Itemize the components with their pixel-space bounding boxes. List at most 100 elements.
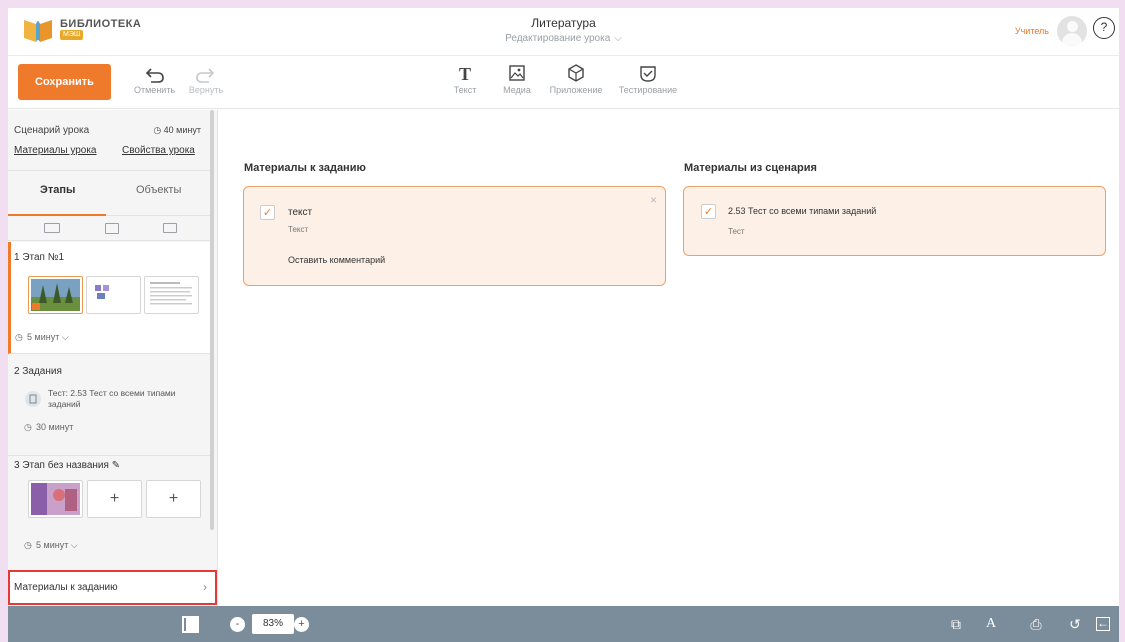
sidebar-tabs: Этапы Объекты [8, 170, 210, 216]
pencil-icon[interactable]: ✎ [112, 460, 120, 471]
forest-image-icon [31, 279, 80, 311]
scenario-materials-heading: Материалы из сценария [684, 162, 817, 174]
text-label: Текст [453, 85, 477, 95]
help-button[interactable]: ? [1093, 17, 1115, 39]
chevron-down-icon: ⌵ [614, 33, 622, 44]
add-media-button[interactable]: Медиа [502, 63, 532, 95]
scenario-material-title: 2.53 Тест со всеми типами заданий [728, 206, 877, 216]
scenario-material-checkbox[interactable]: ✓ [701, 204, 716, 219]
stage-1-thumb-image[interactable] [28, 276, 83, 314]
exit-icon[interactable]: ← [1096, 617, 1110, 631]
status-bar: - 83% + ⧉ A ⎙ ↺ ← [8, 606, 1119, 642]
zoom-out-button[interactable]: - [230, 617, 245, 632]
material-type: Текст [288, 225, 309, 234]
tablet-view-icon[interactable] [105, 223, 119, 234]
svg-text:T: T [459, 64, 471, 84]
check-circle-icon [640, 66, 656, 82]
stage-2-task[interactable]: Тест: 2.53 Тест со всеми типами заданий [48, 388, 178, 410]
zoom-in-button[interactable]: + [294, 617, 309, 632]
clock-icon: ◷ [15, 332, 23, 342]
lesson-properties-link[interactable]: Свойства урока [122, 145, 195, 156]
art-image-icon [31, 483, 80, 515]
stage-3-duration[interactable]: 5 минут ⌵ [36, 540, 78, 551]
test-task-icon [25, 391, 41, 407]
stage-3-add-slot-2[interactable]: + [146, 480, 201, 518]
image-icon [509, 65, 525, 81]
redo-label: Вернуть [188, 85, 224, 95]
sidebar-scrollbar[interactable] [210, 110, 214, 530]
stage-2-title: 2 Задания [14, 366, 62, 377]
clock-icon: ◷ [153, 125, 164, 135]
stage-3-title: 3 Этап без названия ✎ [14, 460, 120, 471]
user-role[interactable]: Учитель [1015, 26, 1049, 36]
add-app-button[interactable]: Приложение [546, 63, 606, 95]
tab-objects[interactable]: Объекты [136, 184, 181, 196]
scenario-material-card[interactable]: ✓ 2.53 Тест со всеми типами заданий Тест [683, 186, 1106, 256]
stage-item-1[interactable]: 1 Этап №1 ◷ 5 минут ⌵ [8, 242, 210, 354]
diagram-thumbnail-icon [95, 285, 109, 299]
stage-item-3[interactable]: 3 Этап без названия ✎ + + ◷ 5 минут ⌵ [8, 456, 210, 562]
print-icon[interactable]: ⎙ [1026, 614, 1046, 634]
cube-icon [568, 64, 584, 82]
scenario-label: Сценарий урока [14, 125, 90, 136]
stage-1-title: 1 Этап №1 [14, 252, 64, 263]
window-frame-left [0, 0, 8, 642]
clock-icon: ◷ [24, 540, 32, 550]
stage-2-name: Задания [22, 366, 62, 377]
lesson-subject-title: Литература [531, 16, 596, 30]
copy-icon[interactable]: ⧉ [946, 614, 966, 634]
desktop-view-icon[interactable] [44, 223, 60, 233]
tab-stages[interactable]: Этапы [40, 184, 75, 196]
task-materials-panel-toggle[interactable]: Материалы к заданию › [8, 570, 217, 605]
undo-icon [145, 68, 164, 83]
stage-2-duration: 30 минут [36, 422, 74, 432]
lesson-materials-link[interactable]: Материалы урока [14, 145, 97, 156]
stage-item-2[interactable]: 2 Задания Тест: 2.53 Тест со всеми типам… [8, 354, 210, 456]
chevron-right-icon: › [203, 580, 207, 594]
font-size-icon[interactable]: A [981, 614, 1001, 634]
stage-1-thumb-diagram[interactable] [86, 276, 141, 314]
stage-3-number: 3 [14, 460, 20, 471]
stage-3-add-slot-1[interactable]: + [87, 480, 142, 518]
task-materials-label: Материалы к заданию [14, 582, 118, 593]
panel-toggle-icon[interactable] [182, 616, 199, 633]
lesson-mode-label: Редактирование урока [505, 33, 611, 44]
history-icon[interactable]: ↺ [1065, 614, 1085, 634]
avatar[interactable] [1057, 16, 1087, 46]
zoom-level: 83% [252, 614, 294, 634]
redo-button[interactable]: Вернуть [186, 63, 226, 95]
plus-icon: + [109, 490, 120, 507]
material-checkbox[interactable]: ✓ [260, 205, 275, 220]
stage-1-number: 1 [14, 252, 20, 263]
task-materials-heading: Материалы к заданию [244, 162, 366, 174]
window-frame-right [1119, 0, 1125, 642]
lesson-sidebar: Сценарий урока ◷ 40 минут Материалы урок… [8, 110, 218, 606]
test-label: Тестирование [618, 85, 678, 95]
lesson-mode-dropdown[interactable]: Редактирование урока ⌵ [8, 33, 1119, 44]
add-test-button[interactable]: Тестирование [616, 63, 680, 95]
active-tab-indicator [8, 214, 106, 216]
plus-icon: + [168, 490, 179, 507]
scenario-time: ◷ 40 минут [153, 125, 201, 136]
redo-icon [196, 68, 215, 83]
stage-3-name: Этап без названия [22, 460, 109, 471]
undo-button[interactable]: Отменить [134, 63, 175, 95]
chevron-down-icon: ⌵ [61, 332, 69, 342]
app-header: БИБЛИОТЕКА МЭШ Литература Редактирование… [8, 8, 1119, 56]
add-text-button[interactable]: T Текст [450, 63, 480, 95]
save-button[interactable]: Сохранить [18, 64, 111, 100]
window-frame-top [0, 0, 1125, 8]
close-icon[interactable]: × [650, 193, 657, 207]
document-thumbnail-icon [150, 282, 192, 305]
scenario-material-type: Тест [728, 227, 745, 236]
stage-1-thumb-document[interactable] [144, 276, 199, 314]
material-title: текст [288, 207, 313, 218]
stage-3-thumb-image[interactable] [28, 480, 83, 518]
stage-1-name: Этап №1 [22, 252, 65, 263]
task-material-card[interactable]: ✓ текст Текст Оставить комментарий × [243, 186, 666, 286]
leave-comment-link[interactable]: Оставить комментарий [288, 255, 385, 265]
stage-1-duration[interactable]: 5 минут ⌵ [27, 332, 69, 343]
multi-view-icon[interactable] [163, 223, 177, 233]
media-label: Медиа [503, 85, 531, 95]
stage-1-duration-value: 5 минут [27, 332, 60, 342]
